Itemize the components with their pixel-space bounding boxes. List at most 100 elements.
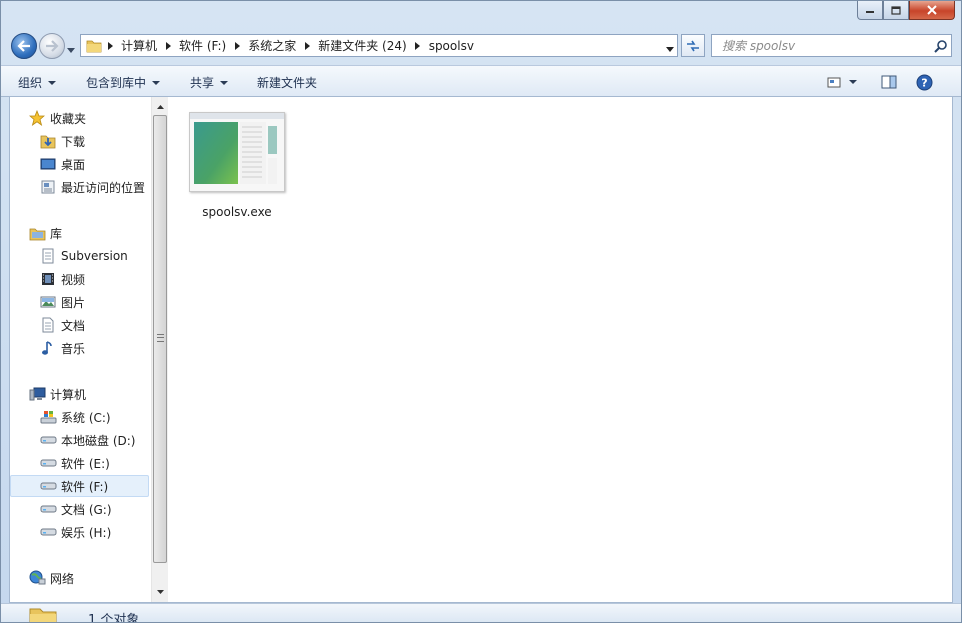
preview-pane-button[interactable] xyxy=(879,72,899,92)
navigation-bar: 计算机 软件 (F:) 系统之家 新建文件夹 (24) spoolsv xyxy=(1,29,961,63)
address-history-dropdown[interactable] xyxy=(666,41,674,55)
breadcrumb-arrow-icon[interactable] xyxy=(160,41,176,50)
chevron-down-icon xyxy=(152,80,161,85)
file-item[interactable]: spoolsv.exe xyxy=(187,112,287,219)
sidebar-item-label: 系统 (C:) xyxy=(61,410,111,425)
back-arrow-icon xyxy=(17,40,30,52)
minimize-icon xyxy=(866,11,874,13)
maximize-button[interactable] xyxy=(883,1,909,20)
address-bar[interactable]: 计算机 软件 (F:) 系统之家 新建文件夹 (24) spoolsv xyxy=(80,34,678,57)
sidebar-item-label: 最近访问的位置 xyxy=(61,180,146,195)
documents-icon xyxy=(39,316,57,334)
exe-file-icon xyxy=(189,112,285,192)
breadcrumb-arrow-icon[interactable] xyxy=(410,41,426,50)
sidebar-item-label: 音乐 xyxy=(61,341,86,356)
sidebar-item-desktop[interactable]: 桌面 xyxy=(10,153,150,175)
chevron-down-icon xyxy=(48,80,57,85)
search-box[interactable] xyxy=(711,34,952,57)
organize-menu[interactable]: 组织 xyxy=(18,74,57,91)
breadcrumb-item[interactable]: 系统之家 xyxy=(245,37,299,54)
sidebar-group-computer[interactable]: 计算机 xyxy=(10,383,150,405)
minimize-button[interactable] xyxy=(857,1,883,20)
music-icon xyxy=(39,339,57,357)
scrollbar-grip-icon xyxy=(157,334,164,342)
command-bar: 组织 包含到库中 共享 新建文件夹 ? xyxy=(1,65,961,97)
sidebar-item-downloads[interactable]: 下载 xyxy=(10,130,150,152)
explorer-window: 计算机 软件 (F:) 系统之家 新建文件夹 (24) spoolsv 搜索 s… xyxy=(0,0,962,623)
computer-icon xyxy=(28,385,46,403)
desktop-icon xyxy=(39,155,57,173)
sidebar-item-videos[interactable]: 视频 xyxy=(10,268,150,290)
breadcrumb-arrow-icon[interactable] xyxy=(102,41,118,50)
recent-places-icon xyxy=(39,178,57,196)
subversion-library-icon xyxy=(39,247,57,265)
sidebar-item-label: 下载 xyxy=(61,134,86,149)
sidebar-item-documents[interactable]: 文档 xyxy=(10,314,150,336)
file-list-pane[interactable]: spoolsv.exe xyxy=(168,97,952,602)
navigation-pane-scrollbar[interactable] xyxy=(151,97,168,602)
pictures-icon xyxy=(39,293,57,311)
sidebar-item-drive-e[interactable]: 软件 (E:) xyxy=(10,452,150,474)
sidebar-item-label: 桌面 xyxy=(61,157,86,172)
back-button[interactable] xyxy=(11,33,37,59)
close-icon xyxy=(927,5,937,15)
hard-drive-icon xyxy=(39,523,57,541)
help-button[interactable]: ? xyxy=(914,72,934,92)
sidebar-group-label: 库 xyxy=(50,226,63,241)
recent-pages-button[interactable] xyxy=(67,42,75,56)
sidebar-item-label: 文档 xyxy=(61,318,86,333)
share-menu[interactable]: 共享 xyxy=(190,74,229,91)
search-icon[interactable] xyxy=(931,39,951,53)
videos-icon xyxy=(39,270,57,288)
sidebar-item-pictures[interactable]: 图片 xyxy=(10,291,150,313)
sidebar-item-drive-d[interactable]: 本地磁盘 (D:) xyxy=(10,429,150,451)
sidebar-item-drive-h[interactable]: 娱乐 (H:) xyxy=(10,521,150,543)
sidebar-item-drive-f[interactable]: 软件 (F:) xyxy=(10,475,149,497)
close-button[interactable] xyxy=(909,1,955,20)
organize-label: 组织 xyxy=(18,76,43,90)
breadcrumb-item[interactable]: spoolsv xyxy=(426,39,477,53)
breadcrumb-item[interactable]: 新建文件夹 (24) xyxy=(315,37,409,54)
sidebar-group-favorites[interactable]: 收藏夹 xyxy=(10,107,150,129)
sidebar-group-network[interactable]: 网络 xyxy=(10,567,150,589)
system-drive-icon xyxy=(39,408,57,426)
breadcrumb-item[interactable]: 计算机 xyxy=(118,37,160,54)
new-folder-button[interactable]: 新建文件夹 xyxy=(257,74,317,91)
sidebar-group-label: 网络 xyxy=(50,571,75,586)
hard-drive-icon xyxy=(39,500,57,518)
sidebar-item-subversion[interactable]: Subversion xyxy=(10,245,150,267)
hard-drive-icon xyxy=(39,454,57,472)
sidebar-item-label: 本地磁盘 (D:) xyxy=(61,433,136,448)
scrollbar-thumb[interactable] xyxy=(153,115,167,563)
content-area: 收藏夹 下载 桌面 最近访问的位置 库 Subversion 视频 图片 文档 … xyxy=(9,97,953,603)
sidebar-item-drive-c[interactable]: 系统 (C:) xyxy=(10,406,150,428)
breadcrumb-item[interactable]: 软件 (F:) xyxy=(176,37,229,54)
sidebar-item-recent-places[interactable]: 最近访问的位置 xyxy=(10,176,150,198)
svg-text:?: ? xyxy=(921,76,927,89)
sidebar-item-label: Subversion xyxy=(61,249,128,263)
breadcrumb-arrow-icon[interactable] xyxy=(299,41,315,50)
sidebar-group-libraries[interactable]: 库 xyxy=(10,222,150,244)
libraries-icon xyxy=(28,224,46,242)
forward-button[interactable] xyxy=(39,33,65,59)
file-name: spoolsv.exe xyxy=(202,205,272,219)
sidebar-item-label: 文档 (G:) xyxy=(61,502,112,517)
sidebar-item-drive-g[interactable]: 文档 (G:) xyxy=(10,498,150,520)
network-icon xyxy=(28,569,46,587)
include-in-library-menu[interactable]: 包含到库中 xyxy=(86,74,161,91)
hard-drive-icon xyxy=(39,477,57,495)
navigation-pane: 收藏夹 下载 桌面 最近访问的位置 库 Subversion 视频 图片 文档 … xyxy=(10,97,150,602)
breadcrumb-arrow-icon[interactable] xyxy=(229,41,245,50)
sidebar-item-music[interactable]: 音乐 xyxy=(10,337,150,359)
include-in-library-label: 包含到库中 xyxy=(86,76,147,90)
scroll-up-arrow-icon[interactable] xyxy=(152,101,169,113)
sidebar-item-label: 视频 xyxy=(61,272,86,287)
refresh-button[interactable] xyxy=(681,34,705,57)
sidebar-item-label: 软件 (E:) xyxy=(61,456,110,471)
scroll-down-arrow-icon[interactable] xyxy=(152,586,169,598)
view-options-icon xyxy=(827,77,841,88)
sidebar-item-label: 娱乐 (H:) xyxy=(61,525,112,540)
change-view-button[interactable] xyxy=(825,72,859,92)
chevron-down-icon xyxy=(220,80,229,85)
search-input[interactable] xyxy=(712,35,931,56)
